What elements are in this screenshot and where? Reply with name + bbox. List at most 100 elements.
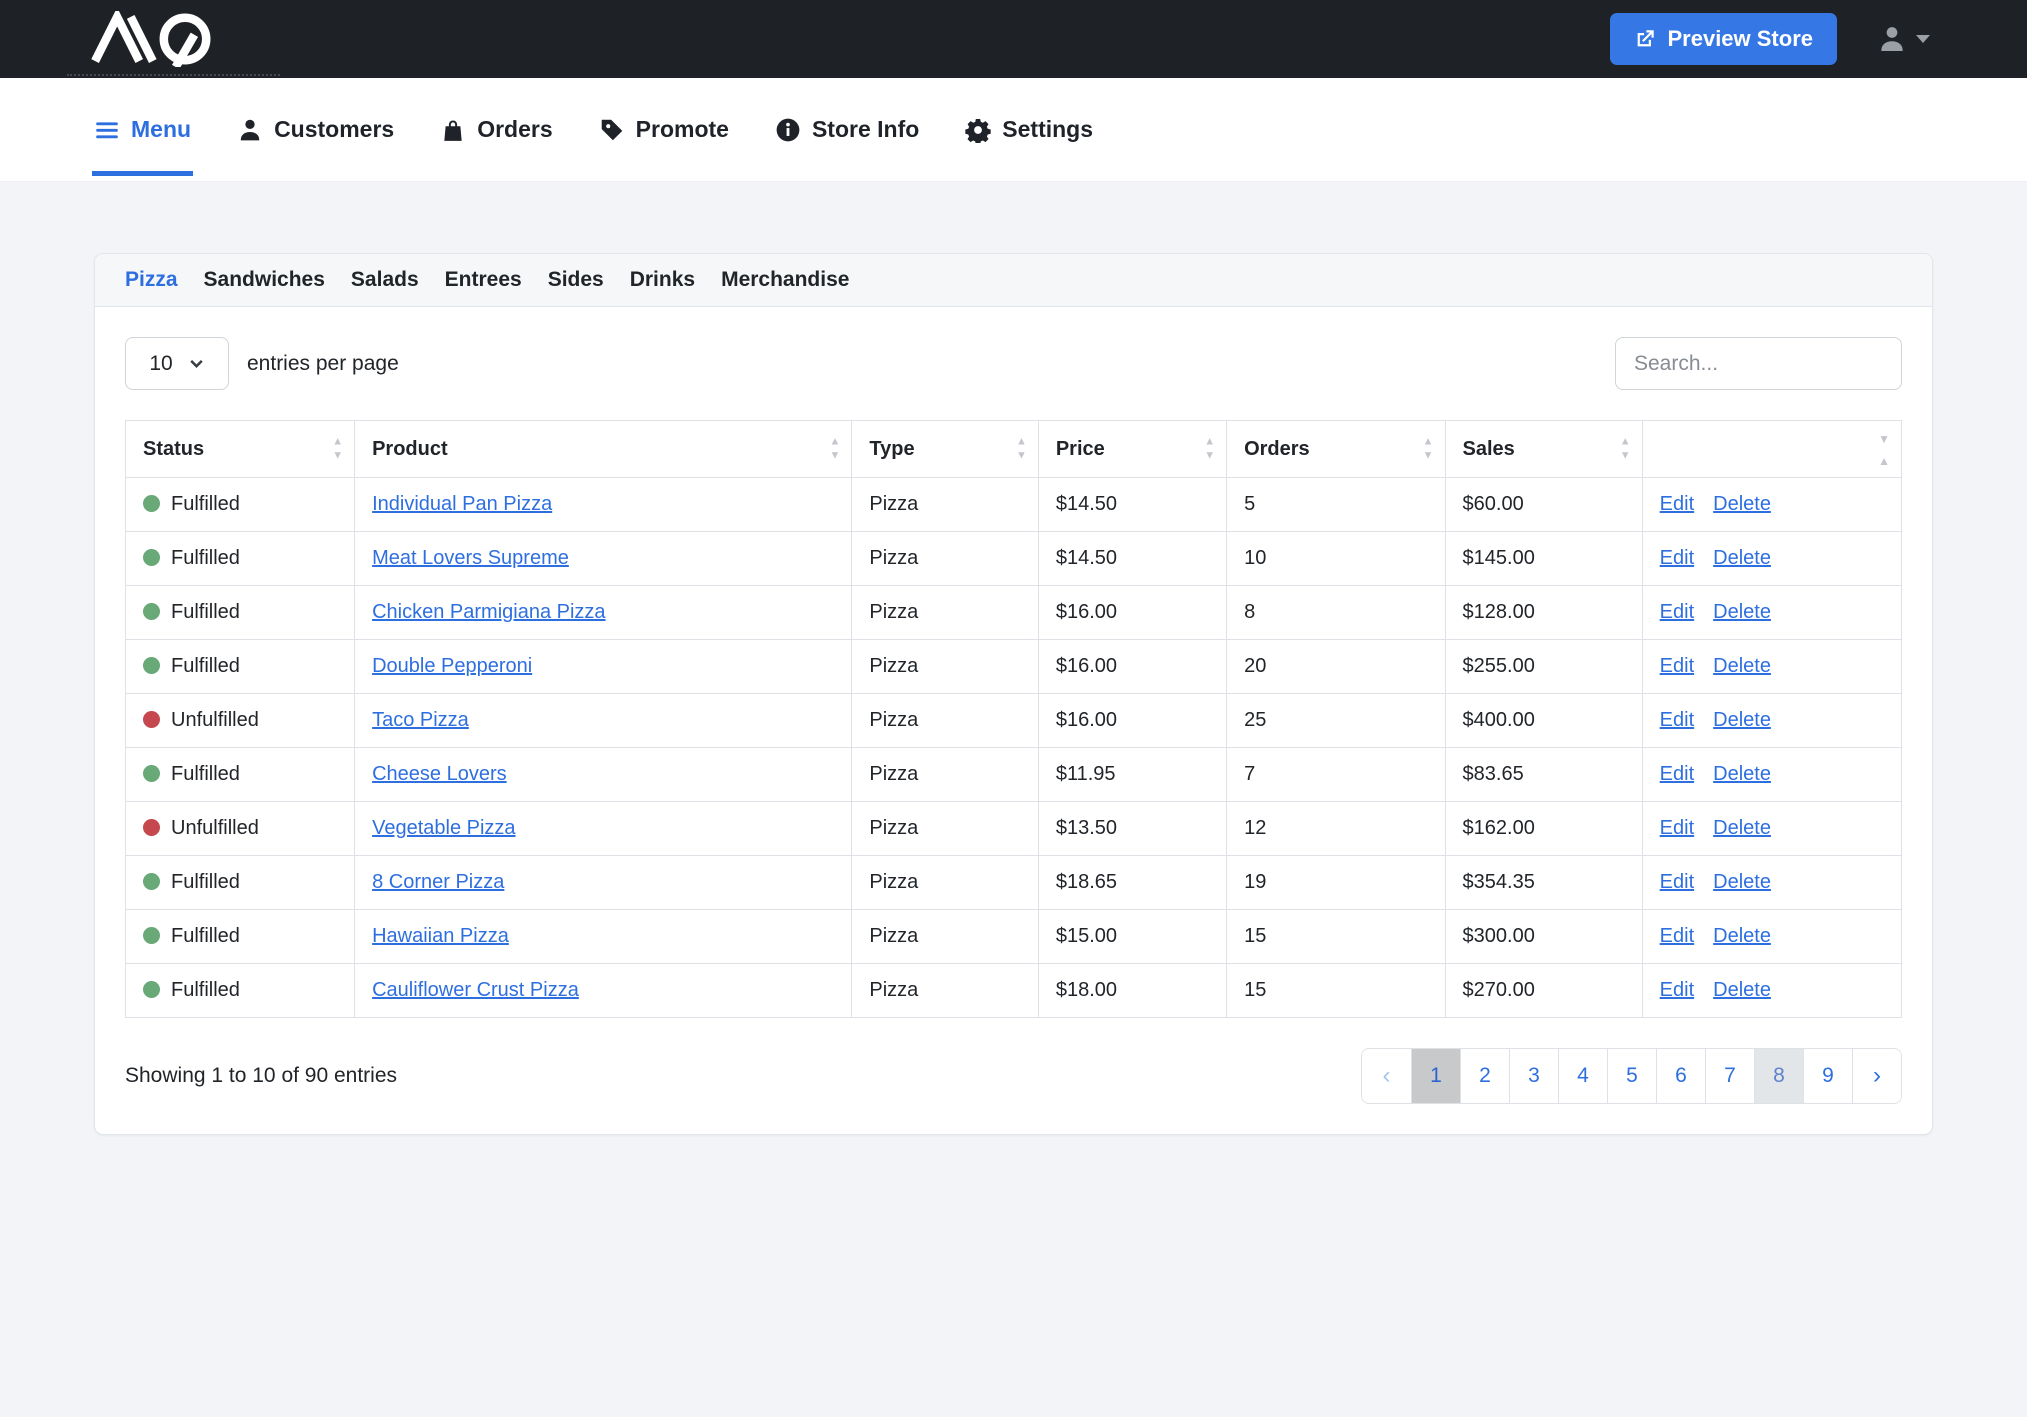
column-header-orders[interactable]: Orders ▲▼ bbox=[1227, 421, 1445, 478]
orders-cell: 8 bbox=[1227, 586, 1445, 640]
nav-item-label: Menu bbox=[131, 116, 191, 143]
status-dot-icon bbox=[143, 981, 160, 998]
sort-icon[interactable]: ▲▼ bbox=[1016, 437, 1027, 462]
type-cell: Pizza bbox=[852, 748, 1038, 802]
tab-pizza[interactable]: Pizza bbox=[125, 268, 178, 292]
edit-link[interactable]: Edit bbox=[1660, 493, 1694, 515]
type-cell: Pizza bbox=[852, 856, 1038, 910]
sort-icon[interactable]: ▲▼ bbox=[1204, 437, 1215, 462]
column-header-sales[interactable]: Sales ▲▼ bbox=[1445, 421, 1642, 478]
pagination-page-5[interactable]: 5 bbox=[1607, 1049, 1656, 1103]
orders-cell: 7 bbox=[1227, 748, 1445, 802]
delete-link[interactable]: Delete bbox=[1713, 601, 1771, 623]
brand-logo[interactable] bbox=[90, 11, 217, 67]
product-cell: Taco Pizza bbox=[355, 694, 852, 748]
sales-cell: $83.65 bbox=[1445, 748, 1642, 802]
product-link[interactable]: 8 Corner Pizza bbox=[372, 871, 504, 893]
column-header-status[interactable]: Status ▲▼ bbox=[126, 421, 355, 478]
sales-cell: $400.00 bbox=[1445, 694, 1642, 748]
edit-link[interactable]: Edit bbox=[1660, 547, 1694, 569]
column-header-price[interactable]: Price ▲▼ bbox=[1038, 421, 1226, 478]
sort-icon[interactable]: ▲▼ bbox=[1423, 437, 1434, 462]
pagination-prev[interactable]: ‹ bbox=[1362, 1049, 1411, 1103]
pagination-page-2[interactable]: 2 bbox=[1460, 1049, 1509, 1103]
pagination-page-7[interactable]: 7 bbox=[1705, 1049, 1754, 1103]
products-table: Status ▲▼ Product ▲▼ Type ▲▼ Price ▲▼ Or… bbox=[125, 420, 1902, 1018]
product-link[interactable]: Double Pepperoni bbox=[372, 655, 532, 677]
delete-link[interactable]: Delete bbox=[1713, 817, 1771, 839]
status-dot-icon bbox=[143, 549, 160, 566]
sort-icon[interactable]: ▲▼ bbox=[1620, 437, 1631, 462]
edit-link[interactable]: Edit bbox=[1660, 871, 1694, 893]
delete-link[interactable]: Delete bbox=[1713, 493, 1771, 515]
delete-link[interactable]: Delete bbox=[1713, 763, 1771, 785]
table-row: Unfulfilled Taco Pizza Pizza $16.00 25 $… bbox=[126, 694, 1902, 748]
table-row: Fulfilled Chicken Parmigiana Pizza Pizza… bbox=[126, 586, 1902, 640]
delete-link[interactable]: Delete bbox=[1713, 979, 1771, 1001]
product-link[interactable]: Individual Pan Pizza bbox=[372, 493, 552, 515]
column-header-actions[interactable]: ▼▲ bbox=[1642, 421, 1901, 478]
product-link[interactable]: Hawaiian Pizza bbox=[372, 925, 509, 947]
product-link[interactable]: Vegetable Pizza bbox=[372, 817, 515, 839]
column-header-product[interactable]: Product ▲▼ bbox=[355, 421, 852, 478]
pagination-page-6[interactable]: 6 bbox=[1656, 1049, 1705, 1103]
tab-sides[interactable]: Sides bbox=[548, 268, 604, 292]
pagination-page-9[interactable]: 9 bbox=[1803, 1049, 1852, 1103]
delete-link[interactable]: Delete bbox=[1713, 871, 1771, 893]
delete-link[interactable]: Delete bbox=[1713, 925, 1771, 947]
pagination-page-3[interactable]: 3 bbox=[1509, 1049, 1558, 1103]
type-cell: Pizza bbox=[852, 532, 1038, 586]
delete-link[interactable]: Delete bbox=[1713, 655, 1771, 677]
tab-merchandise[interactable]: Merchandise bbox=[721, 268, 849, 292]
product-cell: Chicken Parmigiana Pizza bbox=[355, 586, 852, 640]
entries-summary: Showing 1 to 10 of 90 entries bbox=[125, 1064, 397, 1088]
search-input[interactable] bbox=[1615, 337, 1902, 390]
edit-link[interactable]: Edit bbox=[1660, 601, 1694, 623]
edit-link[interactable]: Edit bbox=[1660, 817, 1694, 839]
pagination-page-4[interactable]: 4 bbox=[1558, 1049, 1607, 1103]
price-cell: $16.00 bbox=[1038, 694, 1226, 748]
table-header-row: Status ▲▼ Product ▲▼ Type ▲▼ Price ▲▼ Or… bbox=[126, 421, 1902, 478]
entries-per-page-select[interactable]: 10 bbox=[125, 337, 229, 390]
delete-link[interactable]: Delete bbox=[1713, 709, 1771, 731]
preview-store-button[interactable]: Preview Store bbox=[1610, 13, 1837, 65]
tab-entrees[interactable]: Entrees bbox=[445, 268, 522, 292]
orders-cell: 15 bbox=[1227, 910, 1445, 964]
nav-item-label: Store Info bbox=[812, 116, 919, 143]
nav-item-label: Customers bbox=[274, 116, 394, 143]
product-link[interactable]: Cauliflower Crust Pizza bbox=[372, 979, 579, 1001]
sales-cell: $60.00 bbox=[1445, 478, 1642, 532]
nav-item-promote[interactable]: Promote bbox=[599, 78, 729, 181]
product-link[interactable]: Chicken Parmigiana Pizza bbox=[372, 601, 605, 623]
tab-drinks[interactable]: Drinks bbox=[630, 268, 695, 292]
tab-sandwiches[interactable]: Sandwiches bbox=[204, 268, 325, 292]
sort-icon[interactable]: ▲▼ bbox=[332, 437, 343, 462]
product-cell: Cheese Lovers bbox=[355, 748, 852, 802]
user-menu-button[interactable] bbox=[1877, 24, 1930, 54]
pagination-page-8[interactable]: 8 bbox=[1754, 1049, 1803, 1103]
pagination-page-1[interactable]: 1 bbox=[1411, 1049, 1460, 1103]
nav-item-customers[interactable]: Customers bbox=[237, 78, 394, 181]
column-header-type[interactable]: Type ▲▼ bbox=[852, 421, 1038, 478]
tab-salads[interactable]: Salads bbox=[351, 268, 419, 292]
type-cell: Pizza bbox=[852, 640, 1038, 694]
delete-link[interactable]: Delete bbox=[1713, 547, 1771, 569]
product-link[interactable]: Cheese Lovers bbox=[372, 763, 507, 785]
gear-icon bbox=[965, 117, 991, 143]
edit-link[interactable]: Edit bbox=[1660, 763, 1694, 785]
nav-item-orders[interactable]: Orders bbox=[440, 78, 552, 181]
pagination-next[interactable]: › bbox=[1852, 1049, 1901, 1103]
sort-icon[interactable]: ▲▼ bbox=[829, 437, 840, 462]
sales-cell: $354.35 bbox=[1445, 856, 1642, 910]
edit-link[interactable]: Edit bbox=[1660, 979, 1694, 1001]
product-link[interactable]: Taco Pizza bbox=[372, 709, 469, 731]
edit-link[interactable]: Edit bbox=[1660, 709, 1694, 731]
status-cell: Fulfilled bbox=[126, 640, 355, 694]
nav-item-settings[interactable]: Settings bbox=[965, 78, 1093, 181]
nav-item-menu[interactable]: Menu bbox=[94, 78, 191, 181]
product-link[interactable]: Meat Lovers Supreme bbox=[372, 547, 569, 569]
user-avatar-icon bbox=[1877, 24, 1907, 54]
edit-link[interactable]: Edit bbox=[1660, 925, 1694, 947]
nav-item-store-info[interactable]: Store Info bbox=[775, 78, 919, 181]
edit-link[interactable]: Edit bbox=[1660, 655, 1694, 677]
